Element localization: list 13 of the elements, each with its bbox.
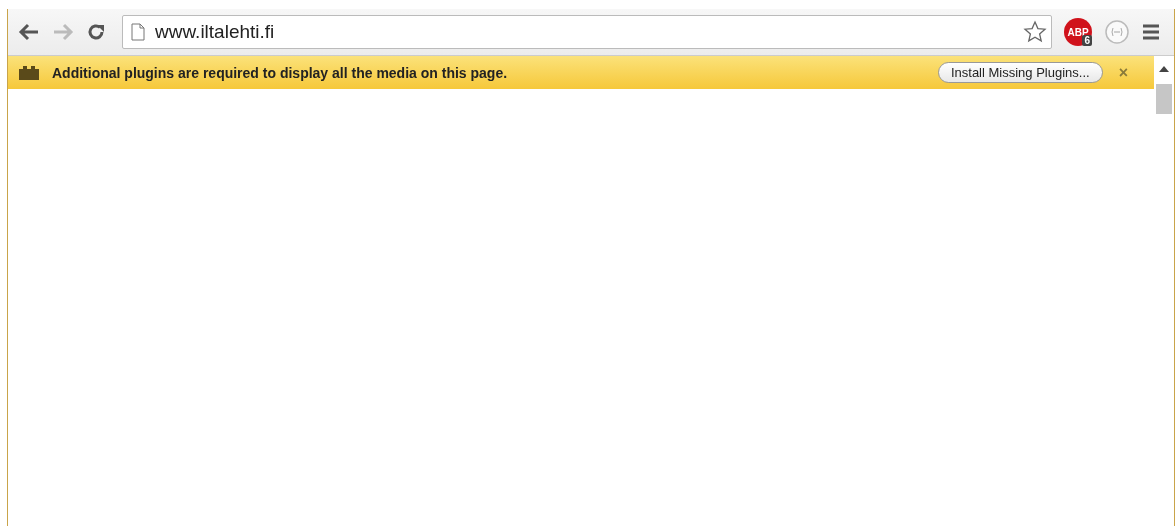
infobar-message: Additional plugins are required to display all the media on this page. [52, 64, 509, 81]
address-text: www.iltalehti.fi [155, 21, 276, 43]
scroll-thumb[interactable] [1156, 84, 1172, 114]
menu-icon[interactable] [1142, 24, 1160, 40]
address-bar[interactable]: www.iltalehti.fi [122, 15, 1052, 49]
install-plugins-button[interactable]: Install Missing Plugins... [937, 62, 1103, 83]
back-icon[interactable] [18, 23, 40, 41]
reload-icon[interactable] [86, 22, 106, 42]
page-icon [131, 23, 145, 41]
scroll-up-icon[interactable] [1159, 66, 1169, 72]
star-icon[interactable] [1023, 20, 1047, 44]
puzzle-piece-icon [18, 64, 40, 81]
adblock-extension-button[interactable]: ABP 6 [1064, 18, 1092, 46]
